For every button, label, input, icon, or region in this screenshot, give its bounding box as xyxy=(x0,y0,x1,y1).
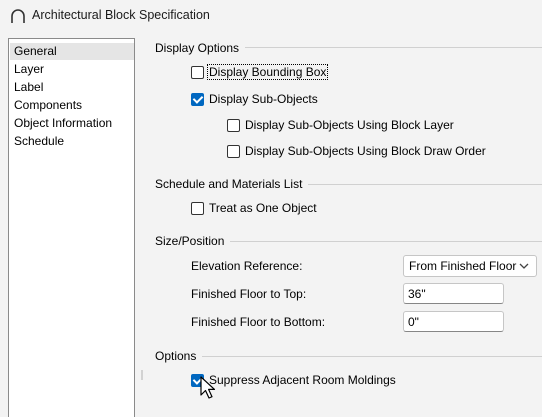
group-title-schedule: Schedule and Materials List xyxy=(155,176,309,192)
floor-to-bottom-input[interactable]: 0" xyxy=(403,311,504,332)
suppress-moldings-label[interactable]: Suppress Adjacent Room Moldings xyxy=(209,372,396,388)
floor-to-top-label: Finished Floor to Top: xyxy=(191,287,307,301)
sidebar-item-schedule[interactable]: Schedule xyxy=(10,133,134,150)
sidebar-item-layer[interactable]: Layer xyxy=(10,61,134,78)
app-arc-icon xyxy=(11,9,25,23)
group-title-size-position: Size/Position xyxy=(155,233,231,249)
floor-to-bottom-label: Finished Floor to Bottom: xyxy=(191,315,326,329)
sub-objects-draw-order-label[interactable]: Display Sub-Objects Using Block Draw Ord… xyxy=(245,143,486,159)
category-list[interactable]: General Layer Label Components Object In… xyxy=(8,38,135,417)
focus-ring: Display Bounding Box xyxy=(207,64,329,80)
splitter-handle[interactable] xyxy=(140,370,144,380)
sidebar-item-components[interactable]: Components xyxy=(10,97,134,114)
sidebar-item-label[interactable]: Label xyxy=(10,79,134,96)
window-title: Architectural Block Specification xyxy=(32,8,210,22)
group-title-options: Options xyxy=(155,348,203,364)
group-divider xyxy=(155,356,542,357)
chevron-down-icon xyxy=(519,263,529,269)
display-bounding-box-checkbox[interactable] xyxy=(191,66,204,79)
elevation-reference-select[interactable]: From Finished Floor xyxy=(403,255,537,277)
floor-to-bottom-value: 0" xyxy=(408,315,419,329)
sidebar-item-general[interactable]: General xyxy=(10,43,134,60)
treat-as-one-object-checkbox[interactable] xyxy=(191,202,204,215)
display-sub-objects-checkbox[interactable] xyxy=(191,93,204,106)
sub-objects-draw-order-checkbox[interactable] xyxy=(227,145,240,158)
sub-objects-block-layer-label[interactable]: Display Sub-Objects Using Block Layer xyxy=(245,117,454,133)
group-title-display-options: Display Options xyxy=(155,40,246,56)
display-bounding-box-label[interactable]: Display Bounding Box xyxy=(207,64,329,80)
elevation-reference-value: From Finished Floor xyxy=(409,259,517,273)
sidebar-item-object-information[interactable]: Object Information xyxy=(10,115,134,132)
mouse-cursor-icon xyxy=(200,376,216,399)
floor-to-top-value: 36" xyxy=(408,287,426,301)
floor-to-top-input[interactable]: 36" xyxy=(403,283,504,304)
sub-objects-block-layer-checkbox[interactable] xyxy=(227,119,240,132)
title-bar: Architectural Block Specification xyxy=(0,0,542,32)
display-sub-objects-label[interactable]: Display Sub-Objects xyxy=(209,91,318,107)
treat-as-one-object-label[interactable]: Treat as One Object xyxy=(209,200,317,216)
elevation-reference-label: Elevation Reference: xyxy=(191,259,303,273)
